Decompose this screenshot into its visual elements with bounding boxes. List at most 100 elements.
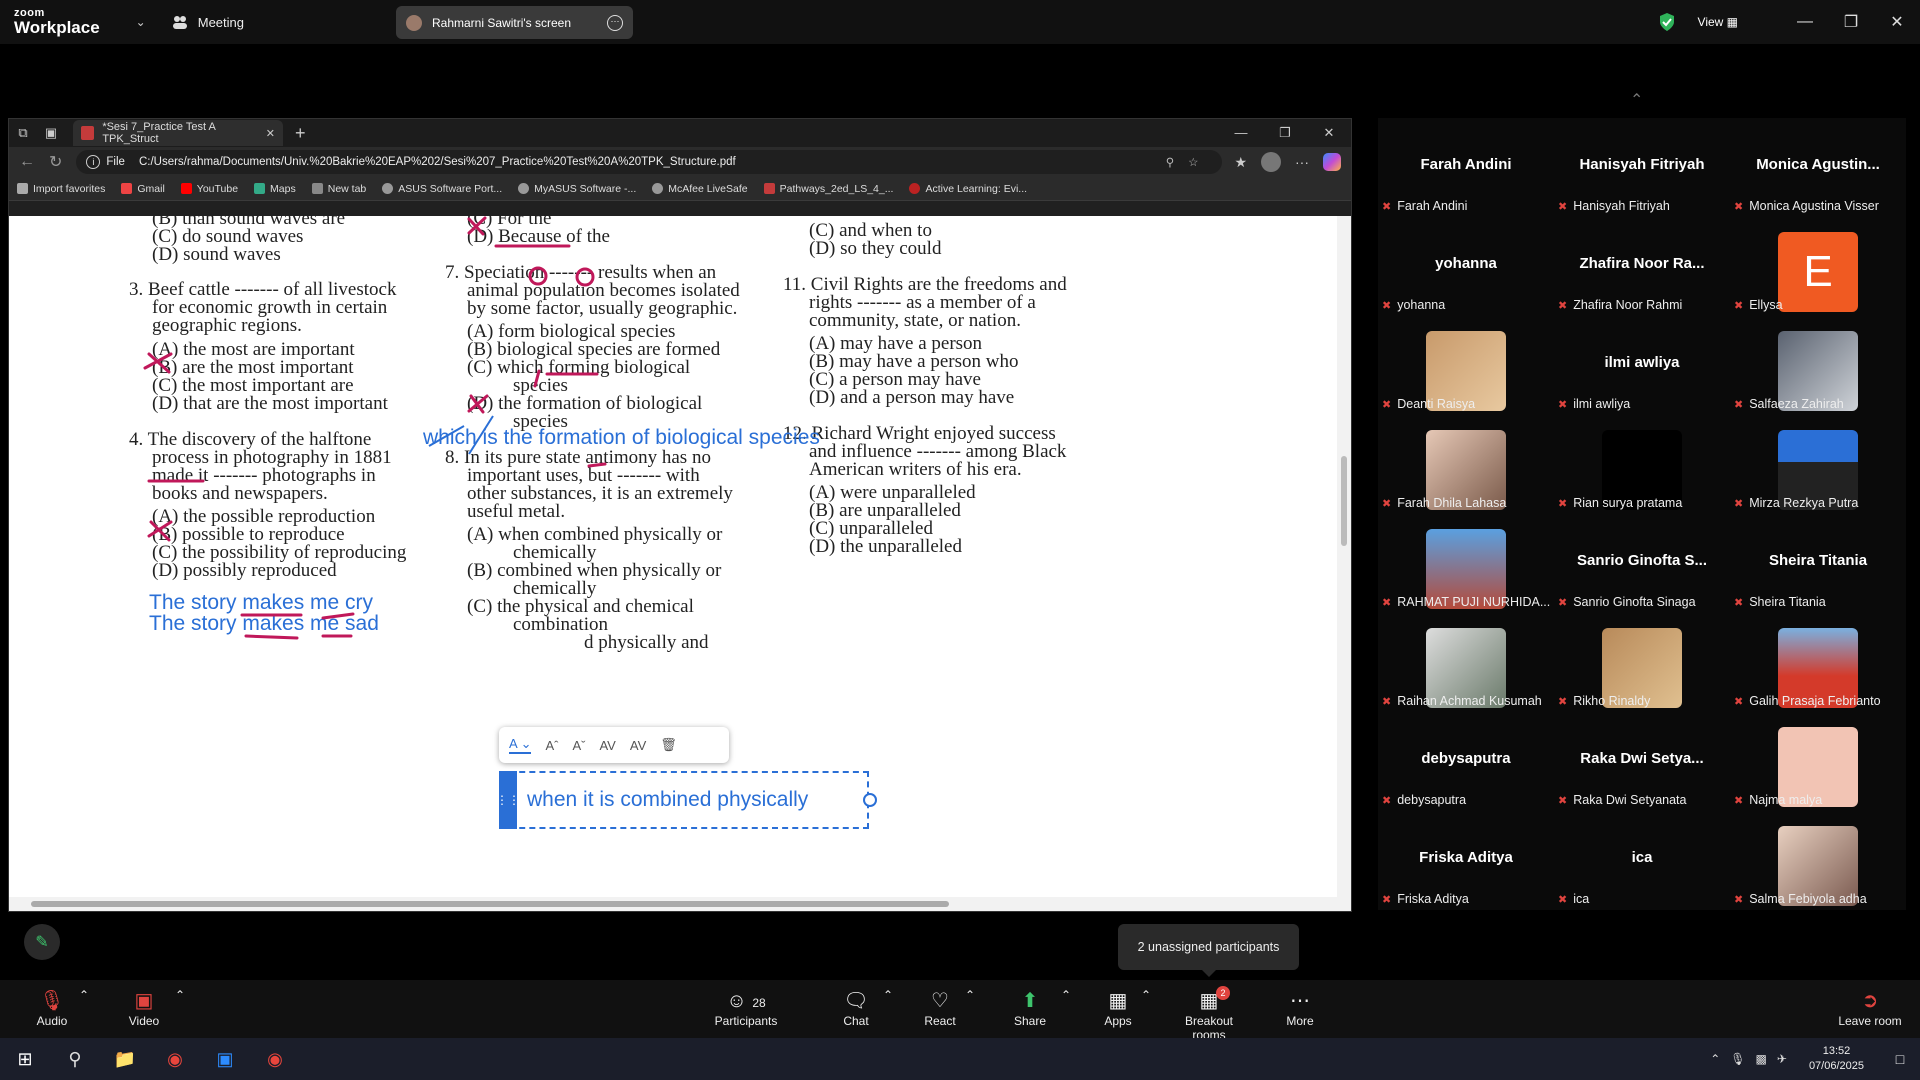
participant-tile[interactable]: ✖ Najma malya	[1730, 712, 1906, 811]
bookmark-mcafee[interactable]: McAfee LiveSafe	[652, 183, 748, 195]
pdf-viewer[interactable]: (B) than sound waves are (C) do sound wa…	[9, 216, 1351, 897]
browser-restore-icon[interactable]: ❐	[1263, 125, 1307, 141]
browser-minimize-icon[interactable]: —	[1219, 125, 1263, 141]
bookmark-gmail[interactable]: Gmail	[121, 182, 165, 195]
typed-note[interactable]: which is the formation of biological spe…	[423, 426, 820, 450]
drag-handle-icon[interactable]: ⋮⋮	[496, 771, 520, 829]
more-options-icon[interactable]: ···	[607, 14, 623, 31]
participant-tile[interactable]: Sheira Titania ✖ Sheira Titania	[1730, 514, 1906, 613]
participant-tile[interactable]: ✖ Salfaeza Zahirah	[1730, 316, 1906, 415]
more-button[interactable]: ⋯ More	[1260, 988, 1340, 1028]
participant-tile[interactable]: ✖ RAHMAT PUJI NURHIDA...	[1378, 514, 1554, 613]
shared-screen-indicator[interactable]: Rahmarni Sawitri's screen ···	[396, 6, 633, 39]
bookmark-label: Pathways_2ed_LS_4_...	[779, 182, 894, 195]
participant-label: Hanisyah Fitriyah	[1573, 199, 1670, 213]
zoom-app-icon[interactable]: ▣	[200, 1049, 250, 1070]
bookmark-newtab[interactable]: New tab	[311, 183, 366, 195]
video-options-caret[interactable]: ⌃	[140, 988, 220, 1002]
participants-button[interactable]: ☺ 28 Participants	[706, 988, 786, 1028]
chrome-icon[interactable]: ◉	[150, 1049, 200, 1070]
scrollbar-thumb[interactable]	[31, 901, 949, 907]
bookmark-label: Gmail	[137, 182, 165, 195]
text-annotation-box[interactable]: ⋮⋮ when it is combined physically	[496, 771, 877, 829]
participant-tile[interactable]: Raka Dwi Setya... ✖ Raka Dwi Setyanata	[1554, 712, 1730, 811]
pdf-vertical-scrollbar[interactable]	[1337, 216, 1351, 897]
participant-tile[interactable]: Sanrio Ginofta S... ✖ Sanrio Ginofta Sinag…	[1554, 514, 1730, 613]
favorites-icon[interactable]: ★	[1234, 154, 1247, 171]
mic-muted-icon: ✖	[1382, 695, 1392, 708]
participant-tile[interactable]: debysaputra ✖ debysaputra	[1378, 712, 1554, 811]
profile-avatar[interactable]	[1261, 152, 1281, 172]
new-tab-icon[interactable]: +	[295, 123, 306, 144]
participant-tile[interactable]: Zhafira Noor Ra... ✖ Zhafira Noor Rahmi	[1554, 217, 1730, 316]
participant-tile[interactable]: ✖ Farah Dhila Lahasa	[1378, 415, 1554, 514]
clock[interactable]: 13:52 07/06/2025	[1809, 1044, 1864, 1074]
spacing-decrease-icon[interactable]: AV	[630, 738, 646, 753]
participant-tile[interactable]: ilmi awliya ✖ ilmi awliya	[1554, 316, 1730, 415]
bookmark-youtube[interactable]: YouTube	[180, 183, 238, 195]
view-button[interactable]: View ▦	[1698, 15, 1738, 29]
text-annotation-input[interactable]: when it is combined physically	[527, 788, 808, 812]
chevron-down-icon[interactable]: ⌄	[136, 15, 146, 29]
file-explorer-icon[interactable]: 📁	[100, 1049, 150, 1070]
option-text: (C) which forming biological	[467, 357, 691, 378]
participant-tile[interactable]: ✖ Deanti Raisya	[1378, 316, 1554, 415]
breakout-rooms-button[interactable]: ▦ 2 Breakout rooms	[1168, 986, 1250, 1042]
scrollbar-thumb[interactable]	[1341, 456, 1347, 546]
participant-tile[interactable]: Friska Aditya ✖ Friska Aditya	[1378, 811, 1554, 910]
participant-tile[interactable]: ✖ Mirza Rezkya Putra	[1730, 415, 1906, 514]
spacing-increase-icon[interactable]: AV	[599, 738, 615, 753]
bookmark-import[interactable]: Import favorites	[17, 183, 105, 195]
increase-font-icon[interactable]: Aˆ	[545, 738, 558, 753]
mic-muted-icon: ✖	[1558, 695, 1568, 708]
text-color-icon[interactable]: A ⌄	[509, 736, 532, 754]
annotate-pen-icon[interactable]: ✎	[24, 924, 60, 960]
close-icon[interactable]: ✕	[1874, 12, 1920, 32]
system-tray-icons[interactable]: ⌃🎙▩✈	[1710, 1052, 1797, 1066]
refresh-icon[interactable]: ↻	[49, 152, 62, 172]
delete-icon[interactable]: 🗑	[660, 737, 677, 753]
restore-icon[interactable]: ❐	[1828, 12, 1874, 32]
leave-room-button[interactable]: ➲ Leave room	[1830, 988, 1910, 1028]
search-icon[interactable]: ⚲	[50, 1049, 100, 1070]
chrome-profile-icon[interactable]: ◉	[250, 1049, 300, 1070]
participant-tile[interactable]: Hanisyah Fitriyah ✖ Hanisyah Fitriyah	[1554, 118, 1730, 217]
security-shield-icon[interactable]	[1658, 12, 1676, 32]
participant-tile[interactable]: yohanna ✖ yohanna	[1378, 217, 1554, 316]
participant-tile[interactable]: ✖ Salma Febiyola adha	[1730, 811, 1906, 910]
participant-tile[interactable]: ✖ Rian surya pratama	[1554, 415, 1730, 514]
participant-tile[interactable]: ✖ Galih Prasaja Febrianto	[1730, 613, 1906, 712]
info-icon[interactable]: i	[86, 155, 101, 169]
copilot-icon[interactable]	[1323, 153, 1341, 171]
minimize-icon[interactable]: —	[1782, 13, 1828, 31]
bookmark-pathways[interactable]: Pathways_2ed_LS_4_...	[763, 182, 894, 195]
address-bar[interactable]: i File C:/Users/rahma/Documents/Univ.%20…	[76, 150, 1223, 174]
browser-close-icon[interactable]: ✕	[1307, 125, 1351, 141]
tab-pdf[interactable]: *Sesi 7_Practice Test A TPK_Struct ✕	[73, 120, 283, 146]
workspaces-icon[interactable]: ⧉	[9, 125, 37, 141]
pdf-horizontal-scrollbar[interactable]	[9, 897, 1351, 911]
back-icon[interactable]: ←	[19, 153, 35, 171]
windows-start-icon[interactable]: ⊞	[0, 1049, 50, 1070]
participant-tile[interactable]: ✖ Rikho Rinaldy	[1554, 613, 1730, 712]
mic-muted-icon: ✖	[1734, 596, 1744, 609]
participant-tile[interactable]: ✖ Raihan Achmad Kusumah	[1378, 613, 1554, 712]
participant-tile[interactable]: E ✖ Ellysa	[1730, 217, 1906, 316]
meeting-menu[interactable]: Meeting	[172, 15, 244, 30]
typed-note[interactable]: The story makes me sad	[149, 612, 379, 636]
bookmark-active-learning[interactable]: Active Learning: Evi...	[909, 183, 1027, 195]
rotate-handle-icon[interactable]	[863, 793, 877, 807]
bookmark-maps[interactable]: Maps	[254, 183, 296, 195]
bookmark-asus-portal[interactable]: ASUS Software Port...	[382, 183, 502, 195]
tab-actions-icon[interactable]: ▣	[37, 125, 65, 141]
chevron-up-icon[interactable]: ⌃	[1630, 90, 1643, 110]
decrease-font-icon[interactable]: Aˇ	[572, 738, 585, 753]
participant-tile[interactable]: Farah Andini ✖ Farah Andini	[1378, 118, 1554, 217]
notifications-icon[interactable]: □	[1880, 1051, 1920, 1067]
settings-more-icon[interactable]: ···	[1295, 154, 1309, 170]
participant-tile[interactable]: Monica Agustin... ✖ Monica Agustina Visser	[1730, 118, 1906, 217]
participant-tile[interactable]: ica ✖ ica	[1554, 811, 1730, 910]
zoom-favorite-icons[interactable]: ⚲☆	[1166, 155, 1213, 169]
bookmark-myasus[interactable]: MyASUS Software -...	[518, 183, 636, 195]
close-tab-icon[interactable]: ✕	[266, 127, 275, 140]
